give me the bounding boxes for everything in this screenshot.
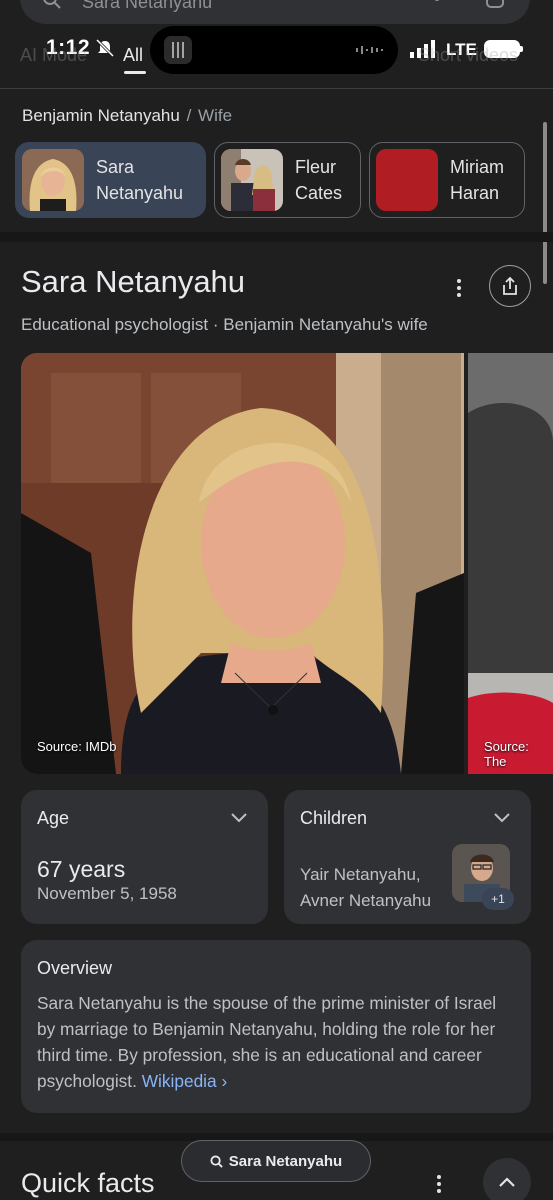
- overview-description: Sara Netanyahu is the spouse of the prim…: [37, 993, 497, 1091]
- scroll-up-button[interactable]: [483, 1158, 531, 1200]
- children-names: Yair Netanyahu, Avner Netanyahu: [300, 862, 431, 914]
- chevron-down-icon[interactable]: [493, 812, 511, 824]
- search-icon: [43, 0, 61, 9]
- overview-title: Overview: [37, 958, 113, 978]
- secondary-photo[interactable]: Source: The: [468, 353, 553, 774]
- breadcrumb-separator: /: [186, 106, 192, 125]
- floating-search-pill[interactable]: Sara Netanyahu: [181, 1140, 371, 1182]
- chip-label-line2: Cates: [295, 183, 343, 203]
- tab-ai-mode[interactable]: AI Mode: [20, 45, 87, 66]
- birth-date: November 5, 1958: [37, 884, 177, 903]
- search-tabs: AI Mode All Short videos: [20, 45, 553, 75]
- active-tab-indicator: [124, 71, 146, 74]
- floating-search-label: Sara Netanyahu: [228, 1152, 343, 1170]
- chip-label-line2: Haran: [450, 183, 500, 203]
- divider: [0, 88, 553, 89]
- wikipedia-link-label: Wikipedia: [141, 1071, 217, 1091]
- chip-label-line1: Miriam: [450, 157, 504, 177]
- tab-all[interactable]: All: [123, 45, 143, 66]
- chip-fleur-cates[interactable]: Fleur Cates: [214, 142, 361, 218]
- children-card-title: Children: [300, 808, 368, 828]
- chip-thumb-fleur: [221, 149, 283, 211]
- share-icon: [503, 276, 517, 295]
- more-options-icon[interactable]: [452, 276, 466, 300]
- section-divider: [0, 232, 553, 242]
- entity-subtitle: Educational psychologist · Benjamin Neta…: [21, 315, 428, 334]
- more-children-badge[interactable]: +1: [482, 888, 514, 910]
- image-source-label: Source: IMDb: [37, 739, 117, 754]
- age-value: 67 years: [37, 856, 126, 882]
- chevron-down-icon[interactable]: [230, 812, 248, 824]
- chip-label-line2: Netanyahu: [96, 183, 184, 203]
- entity-title: Sara Netanyahu: [21, 264, 246, 299]
- breadcrumb-current: Wife: [198, 106, 233, 125]
- scrollbar[interactable]: [543, 122, 547, 284]
- mic-icon[interactable]: [430, 0, 444, 8]
- image-source-label: Source: The: [484, 739, 529, 769]
- quick-facts-heading: Quick facts: [21, 1168, 155, 1198]
- children-card[interactable]: Children Yair Netanyahu, Avner Netanyahu…: [284, 790, 531, 924]
- chip-sara-netanyahu[interactable]: Sara Netanyahu: [15, 142, 206, 218]
- share-button[interactable]: [489, 265, 531, 307]
- chip-thumb-sara: [22, 149, 84, 211]
- breadcrumb-parent[interactable]: Benjamin Netanyahu: [22, 106, 180, 125]
- chip-thumb-miriam: [376, 149, 438, 211]
- wikipedia-link[interactable]: Wikipedia ›: [142, 1071, 228, 1091]
- overview-text: Sara Netanyahu is the spouse of the prim…: [37, 990, 517, 1094]
- breadcrumb: Benjamin Netanyahu / Wife: [22, 106, 232, 126]
- search-bar[interactable]: Sara Netanyahu: [20, 0, 530, 24]
- tab-short-videos[interactable]: Short videos: [418, 45, 518, 66]
- child-name: Avner Netanyahu: [300, 891, 432, 910]
- lens-icon[interactable]: [486, 0, 504, 8]
- search-icon: [210, 1154, 223, 1168]
- chevron-right-icon: ›: [221, 1071, 228, 1091]
- main-photo[interactable]: Source: IMDb: [21, 353, 464, 774]
- overview-card: Overview Sara Netanyahu is the spouse of…: [21, 940, 531, 1113]
- child-name: Yair Netanyahu,: [300, 865, 421, 884]
- chip-miriam-haran[interactable]: Miriam Haran: [369, 142, 525, 218]
- chevron-up-icon: [499, 1177, 515, 1187]
- chip-label-line1: Sara: [96, 157, 135, 177]
- chip-label-line1: Fleur: [295, 157, 337, 177]
- more-options-icon[interactable]: [432, 1172, 446, 1196]
- age-card-title: Age: [37, 808, 70, 828]
- search-query: Sara Netanyahu: [82, 0, 213, 12]
